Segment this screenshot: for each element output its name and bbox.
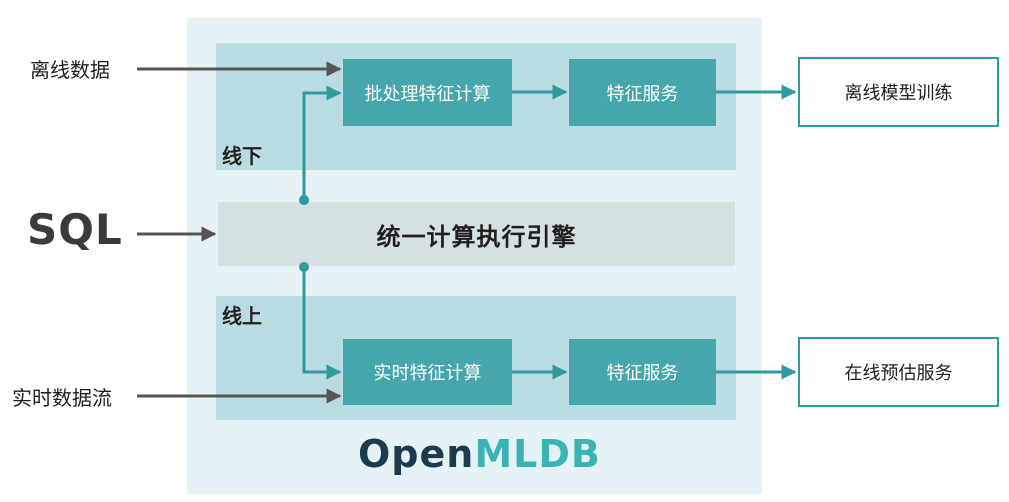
arrow-engine-to-batch xyxy=(302,85,342,200)
engine-offline-connector-dot xyxy=(299,195,309,205)
arrow-engine-to-realtime xyxy=(302,267,342,380)
connector-lines xyxy=(137,61,797,404)
engine-online-connector-dot xyxy=(299,262,309,272)
